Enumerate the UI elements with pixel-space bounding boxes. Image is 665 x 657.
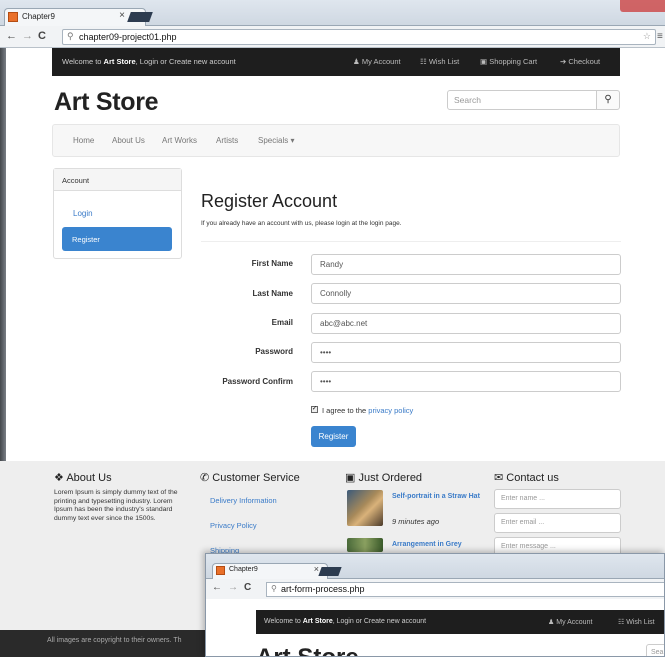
second-new-tab-button[interactable] — [318, 567, 342, 576]
password-confirm-label: Password Confirm — [222, 377, 293, 386]
password-label: Password — [255, 347, 293, 356]
page-title: Register Account — [201, 191, 338, 211]
back-button[interactable]: ← — [6, 30, 17, 42]
tab-close-icon[interactable]: × — [119, 10, 125, 21]
second-top-bar: Welcome to Art Store, Login or Create ne… — [256, 610, 664, 634]
tab-title: Chapter9 — [22, 12, 55, 21]
second-wish-list-link[interactable]: ☷ Wish List — [618, 618, 655, 626]
email-label: Email — [271, 318, 293, 327]
second-reload-button[interactable]: C — [244, 582, 251, 593]
browser-tab[interactable]: Chapter9 × — [4, 8, 146, 26]
address-bar-url: chapter09-project01.php — [79, 32, 177, 42]
second-browser-window[interactable]: Chapter9 × ← → C ⚲ art-form-process.php … — [205, 553, 665, 657]
copyright-bar: All images are copyright to their owners… — [0, 630, 205, 657]
contact-name-input[interactable]: Enter name ... — [494, 489, 621, 509]
favicon-icon — [216, 566, 225, 575]
first-name-field[interactable]: Randy — [311, 254, 621, 275]
menu-icon[interactable]: ≡ — [657, 31, 663, 42]
delivery-information-link[interactable]: Delivery Information — [210, 496, 277, 505]
about-heading: ❖ About Us — [54, 472, 112, 484]
second-address-bar-url: art-form-process.php — [281, 584, 365, 594]
second-welcome-text: Welcome to Art Store, Login or Create ne… — [264, 618, 427, 625]
nav-about-us[interactable]: About Us — [112, 136, 145, 145]
envelope-icon: ✉ — [494, 472, 504, 484]
cart-icon: ▣ — [345, 472, 356, 484]
ordered-item-title-1[interactable]: Self-portrait in a Straw Hat — [392, 492, 482, 501]
last-name-field[interactable]: Connolly — [311, 283, 621, 304]
sidebar-item-register[interactable]: Register — [62, 227, 172, 251]
window-close-button[interactable] — [620, 0, 665, 12]
page-subtitle: If you already have an account with us, … — [201, 220, 402, 227]
ordered-item-time-1: 9 minutes ago — [392, 517, 440, 526]
phone-icon: ✆ — [200, 472, 210, 484]
second-address-bar[interactable]: ⚲ art-form-process.php — [266, 582, 664, 597]
email-field[interactable]: abc@abc.net — [311, 313, 621, 334]
user-icon: ♟ — [548, 619, 555, 626]
sidebar-item-login[interactable]: Login — [73, 209, 93, 218]
ordered-thumbnail-2[interactable] — [347, 538, 383, 552]
nav-home[interactable]: Home — [73, 136, 94, 145]
agree-label: I agree to the privacy policy — [322, 406, 414, 415]
second-browser-tab[interactable]: Chapter9 × — [212, 563, 328, 579]
account-panel-heading: Account — [54, 169, 181, 191]
reload-button[interactable]: C — [38, 30, 46, 42]
last-name-label: Last Name — [252, 289, 293, 298]
password-field[interactable]: •••• — [311, 342, 621, 363]
my-account-link[interactable]: ♟ My Account — [353, 57, 401, 66]
second-forward-button[interactable]: → — [228, 582, 238, 593]
second-back-button[interactable]: ← — [212, 582, 222, 593]
forward-button[interactable]: → — [22, 30, 33, 42]
ordered-thumbnail-1[interactable] — [347, 490, 383, 526]
main-nav: Home About Us Art Works Artists Specials… — [52, 124, 620, 157]
about-text: Lorem Ipsum is simply dummy text of the … — [54, 489, 178, 522]
list-icon: ☷ — [618, 619, 625, 626]
top-bar: Welcome to Art Store, Login or Create ne… — [52, 48, 620, 76]
nav-art-works[interactable]: Art Works — [162, 136, 197, 145]
second-search-input[interactable]: Sea — [646, 644, 664, 656]
second-tab-title: Chapter9 — [229, 566, 258, 573]
second-site-logo[interactable]: Art Store — [256, 644, 359, 656]
favicon-icon — [8, 12, 18, 22]
register-button[interactable]: Register — [311, 426, 356, 447]
arrow-right-icon: ➔ — [560, 57, 567, 66]
search-input[interactable]: Search — [447, 90, 597, 110]
welcome-text: Welcome to Art Store, Login or Create ne… — [62, 57, 236, 66]
privacy-policy-link[interactable]: privacy policy — [368, 406, 413, 415]
new-tab-button[interactable] — [127, 12, 153, 22]
copyright-text: All images are copyright to their owners… — [47, 637, 182, 644]
star-icon[interactable]: ☆ — [643, 31, 651, 42]
second-my-account-link[interactable]: ♟ My Account — [548, 618, 592, 626]
customer-service-heading: ✆ Customer Service — [200, 472, 300, 484]
contact-heading: ✉ Contact us — [494, 472, 559, 484]
second-tab-close-icon[interactable]: × — [314, 564, 319, 574]
password-confirm-field[interactable]: •••• — [311, 371, 621, 392]
magnifier-icon: ⚲ — [271, 584, 277, 593]
just-ordered-heading: ▣ Just Ordered — [345, 472, 423, 484]
user-icon: ♟ — [353, 57, 360, 66]
agree-checkbox[interactable]: ✓ — [311, 406, 318, 413]
checkout-link[interactable]: ➔ Checkout — [560, 57, 600, 66]
search-placeholder: Search — [454, 95, 481, 105]
divider — [201, 241, 621, 242]
first-name-label: First Name — [251, 259, 293, 268]
search-button[interactable]: ⚲ — [596, 90, 620, 110]
list-icon: ☷ — [420, 57, 427, 66]
wish-list-link[interactable]: ☷ Wish List — [420, 57, 459, 66]
contact-email-input[interactable]: Enter email ... — [494, 513, 621, 533]
address-bar[interactable]: ⚲ chapter09-project01.php ☆ — [62, 29, 656, 45]
ordered-item-title-2[interactable]: Arrangement in Grey — [392, 541, 462, 548]
magnifier-icon: ⚲ — [67, 31, 74, 41]
site-logo[interactable]: Art Store — [54, 88, 159, 117]
cart-icon: ▣ — [480, 57, 488, 66]
info-icon: ❖ — [54, 472, 64, 484]
privacy-policy-footer-link[interactable]: Privacy Policy — [210, 521, 257, 530]
nav-specials[interactable]: Specials ▾ — [258, 136, 294, 145]
shopping-cart-link[interactable]: ▣ Shopping Cart — [480, 57, 537, 66]
search-icon: ⚲ — [604, 94, 612, 105]
nav-artists[interactable]: Artists — [216, 136, 238, 145]
